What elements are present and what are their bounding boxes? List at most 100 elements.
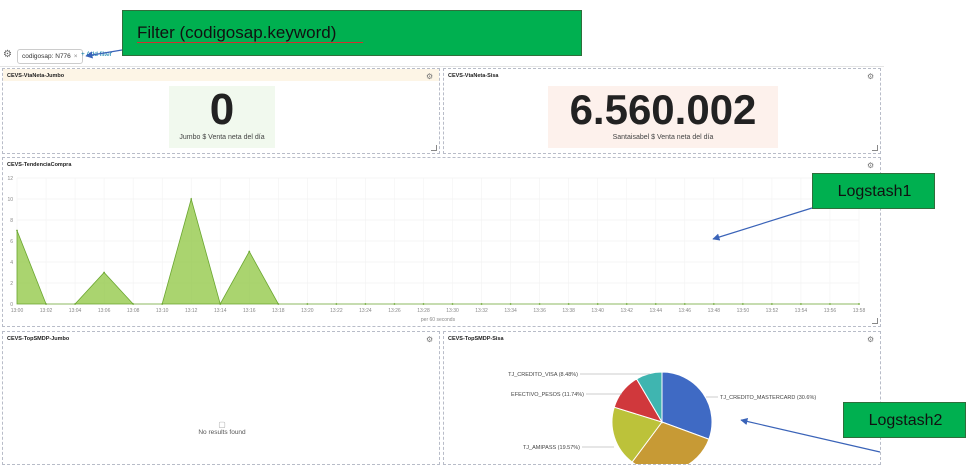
x-tick-label: 13:58 — [853, 308, 866, 314]
data-point — [335, 303, 338, 305]
gear-icon[interactable]: ⚙ — [426, 335, 435, 344]
x-tick-label: 13:34 — [504, 308, 517, 314]
y-tick-label: 12 — [7, 176, 13, 182]
x-tick-label: 13:26 — [388, 308, 401, 314]
x-axis-label: per 60 seconds — [421, 317, 456, 323]
x-tick-label: 13:42 — [620, 308, 633, 314]
x-tick-label: 13:02 — [40, 308, 53, 314]
panel-title: CEVS-TopSMDP-Jumbo — [7, 336, 70, 342]
data-point — [480, 303, 483, 305]
data-point — [422, 303, 425, 305]
add-filter-link[interactable]: + Add filter — [81, 51, 112, 58]
panel-tendencia-compra: CEVS-TendenciaCompra ⚙ 0 2 4 6 8 10 12 13:00 13:… — [2, 157, 881, 327]
data-point — [800, 303, 802, 305]
pie-label: TJ_CREDITO_VISA (8.48%) — [508, 372, 578, 378]
data-point — [45, 303, 47, 305]
pie-chart: TJ_CREDITO_VISA (8.48%) EFECTIVO_PESOS (1… — [508, 371, 816, 464]
x-tick-label: 13:56 — [824, 308, 837, 314]
gear-icon[interactable]: ⚙ — [867, 72, 876, 81]
trend-chart: 02468101213:00 13:02 13:04 13:06 13:08 13:10 1… — [7, 176, 866, 323]
x-tick-label: 13:48 — [708, 308, 721, 314]
data-point — [683, 303, 686, 305]
callout-logstash2: Logstash2 — [843, 402, 966, 438]
x-tick-label: 13:10 — [156, 308, 169, 314]
x-tick-label: 13:50 — [737, 308, 750, 314]
metric-sisa: 6.560.002 Santaisabel $ Venta neta del d… — [548, 86, 778, 148]
x-tick-label: 13:38 — [562, 308, 575, 314]
filter-pill[interactable]: codigosap: N776 × — [17, 49, 83, 64]
y-tick-label: 10 — [7, 197, 13, 203]
panel-topsmdp-sisa: CEVS-TopSMDP-Sisa ⚙ TJ_CREDITO_VISA (8.4… — [443, 331, 881, 465]
y-tick-label: 6 — [10, 239, 13, 245]
data-point — [277, 303, 280, 305]
data-point — [219, 303, 222, 305]
panel-title: CEVS-VtaNeta-Jumbo — [7, 73, 65, 79]
data-point — [248, 250, 251, 253]
data-point — [770, 303, 773, 305]
data-point — [596, 303, 599, 305]
data-point — [858, 303, 860, 305]
callout-filter-text: Filter (codigosap.keyword) — [137, 23, 337, 42]
x-tick-label: 13:46 — [679, 308, 692, 314]
x-tick-label: 13:22 — [330, 308, 343, 314]
area-series — [16, 197, 859, 306]
x-tick-label: 13:16 — [243, 308, 256, 314]
x-tick-label: 13:20 — [301, 308, 314, 314]
panel-title: CEVS-VtaNeta-Sisa — [448, 73, 499, 79]
x-tick-label: 13:54 — [795, 308, 808, 314]
x-tick-label: 13:00 — [11, 308, 24, 314]
resize-handle[interactable] — [431, 145, 437, 151]
metric-value: 0 — [209, 85, 235, 134]
x-tick-label: 13:52 — [766, 308, 779, 314]
x-tick-label: 13:18 — [272, 308, 285, 314]
empty-state: ▢ No results found — [3, 420, 441, 436]
callout-logstash1-text: Logstash1 — [837, 183, 912, 200]
empty-icon: ▢ — [218, 420, 226, 429]
x-tick-label: 13:30 — [446, 308, 459, 314]
data-point — [161, 303, 164, 305]
data-point — [741, 303, 744, 305]
data-point — [509, 303, 512, 305]
data-point — [103, 271, 106, 274]
data-point — [16, 229, 18, 232]
data-point — [625, 303, 628, 305]
data-point — [364, 303, 367, 305]
x-tick-label: 13:40 — [591, 308, 604, 314]
data-point — [829, 303, 831, 305]
resize-handle[interactable] — [872, 145, 878, 151]
x-tick-label: 13:44 — [650, 308, 663, 314]
x-tick-label: 13:28 — [417, 308, 430, 314]
y-tick-label: 2 — [10, 281, 13, 287]
x-tick-label: 13:12 — [185, 308, 198, 314]
data-point — [132, 303, 135, 305]
spellcheck-underline — [137, 42, 363, 43]
data-point — [306, 303, 309, 305]
x-tick-label: 13:06 — [98, 308, 111, 314]
metric-label: Jumbo $ Venta neta del día — [179, 134, 265, 141]
data-point — [654, 303, 657, 305]
x-tick-label: 13:24 — [359, 308, 372, 314]
x-tick-label: 13:32 — [475, 308, 488, 314]
resize-handle[interactable] — [872, 318, 878, 324]
metric-label: Santaisabel $ Venta neta del día — [612, 134, 714, 141]
data-point — [74, 303, 76, 305]
y-tick-label: 4 — [10, 260, 13, 266]
x-tick-label: 13:08 — [127, 308, 140, 314]
empty-text: No results found — [198, 429, 246, 436]
data-point — [567, 303, 570, 305]
panel-header-highlight — [3, 69, 439, 81]
gear-icon[interactable]: ⚙ — [3, 50, 13, 60]
panel-topsmdp-jumbo: CEVS-TopSMDP-Jumbo ⚙ ▢ No results found — [2, 331, 440, 465]
data-point — [393, 303, 396, 305]
data-point — [451, 303, 454, 305]
y-tick-label: 8 — [10, 218, 13, 224]
data-point — [712, 303, 715, 305]
filter-pill-label: codigosap: N776 — [22, 53, 71, 60]
pie-label: TJ_CREDITO_MASTERCARD (30.6%) — [720, 395, 816, 401]
close-icon[interactable]: × — [74, 53, 78, 60]
panel-vtaneta-jumbo: CEVS-VtaNeta-Jumbo ⚙ 0 Jumbo $ Venta net… — [2, 68, 440, 154]
data-point — [190, 198, 193, 200]
gear-icon[interactable]: ⚙ — [426, 72, 435, 81]
data-point — [538, 303, 541, 305]
pie-label: EFECTIVO_PESOS (11.74%) — [511, 392, 584, 398]
